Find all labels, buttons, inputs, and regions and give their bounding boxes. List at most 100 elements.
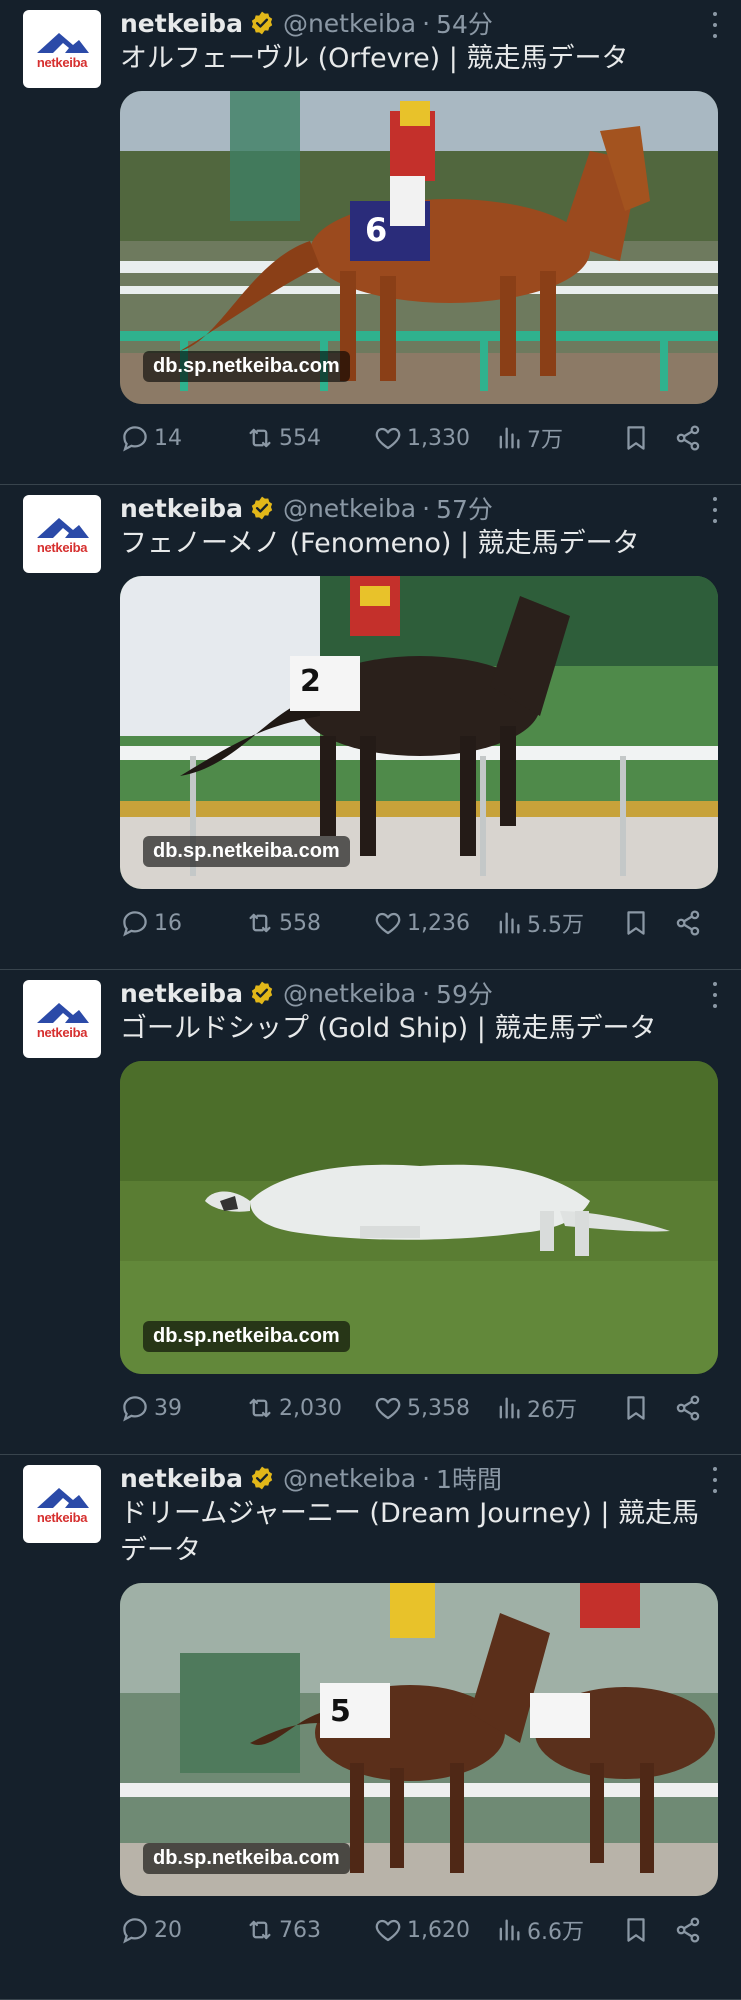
views-button[interactable]: 5.5万 bbox=[495, 905, 584, 941]
author-handle[interactable]: @netkeiba bbox=[283, 979, 416, 1008]
bookmark-icon bbox=[627, 1396, 645, 1420]
like-icon bbox=[375, 427, 401, 450]
tweet[interactable]: netkeiba netkeiba @netkeiba · 1時間 ドリームジャ… bbox=[0, 1455, 741, 2000]
tweet[interactable]: netkeiba netkeiba @netkeiba · 57分 フェノーメノ… bbox=[0, 485, 741, 970]
avatar-label: netkeiba bbox=[36, 54, 88, 70]
like-icon bbox=[375, 1397, 401, 1420]
media-domain-label: db.sp.netkeiba.com bbox=[143, 836, 350, 867]
separator-dot: · bbox=[422, 493, 431, 523]
tweet-media-card[interactable]: 6 db.sp.netkeiba.com bbox=[120, 91, 718, 404]
views-icon bbox=[499, 912, 520, 934]
tweet-time[interactable]: 54分 bbox=[436, 5, 493, 41]
more-icon[interactable] bbox=[707, 982, 723, 1008]
separator-dot: · bbox=[422, 8, 431, 38]
author-handle[interactable]: @netkeiba bbox=[283, 9, 416, 38]
retweet-icon bbox=[249, 1920, 271, 1940]
like-icon bbox=[375, 1919, 401, 1942]
separator-dot: · bbox=[422, 1463, 431, 1493]
tweet-time[interactable]: 57分 bbox=[436, 490, 493, 526]
avatar[interactable]: netkeiba bbox=[23, 1465, 101, 1543]
share-icon bbox=[676, 425, 700, 451]
like-button[interactable]: 1,236 bbox=[373, 905, 470, 941]
more-icon[interactable] bbox=[707, 1467, 723, 1493]
share-icon bbox=[676, 1395, 700, 1421]
author-handle[interactable]: @netkeiba bbox=[283, 494, 416, 523]
avatar-label: netkeiba bbox=[36, 539, 88, 555]
more-icon[interactable] bbox=[707, 12, 723, 38]
retweet-count: 2,030 bbox=[279, 1395, 342, 1421]
bookmark-button[interactable] bbox=[621, 905, 655, 941]
bookmark-button[interactable] bbox=[621, 1390, 655, 1426]
retweet-icon bbox=[249, 913, 271, 933]
tweet-actions: 14 554 1,330 7万 bbox=[120, 420, 729, 456]
share-button[interactable] bbox=[673, 420, 707, 456]
retweet-count: 763 bbox=[279, 1917, 321, 1943]
tweet-header: netkeiba @netkeiba · 54分 bbox=[120, 6, 721, 40]
tweet-text: ゴールドシップ (Gold Ship) | 競走馬データ bbox=[120, 1013, 657, 1044]
like-button[interactable]: 1,620 bbox=[373, 1912, 470, 1948]
share-button[interactable] bbox=[673, 905, 707, 941]
tweet-media-card[interactable]: 5 db.sp.netkeiba.com bbox=[120, 1583, 718, 1896]
netkeiba-logo-icon bbox=[37, 1487, 89, 1508]
verified-badge-icon bbox=[249, 1465, 275, 1491]
bookmark-button[interactable] bbox=[621, 420, 655, 456]
bookmark-icon bbox=[627, 911, 645, 935]
tweet[interactable]: netkeiba netkeiba @netkeiba · 59分 ゴールドシッ… bbox=[0, 970, 741, 1455]
retweet-button[interactable]: 2,030 bbox=[245, 1390, 342, 1426]
reply-button[interactable]: 39 bbox=[120, 1390, 182, 1426]
views-button[interactable]: 26万 bbox=[495, 1390, 577, 1426]
author-handle[interactable]: @netkeiba bbox=[283, 1464, 416, 1493]
netkeiba-logo-icon bbox=[37, 1002, 89, 1023]
tweet-media-card[interactable]: db.sp.netkeiba.com bbox=[120, 1061, 718, 1374]
tweet-header: netkeiba @netkeiba · 1時間 bbox=[120, 1461, 721, 1495]
views-count: 26万 bbox=[527, 1398, 577, 1423]
tweet[interactable]: netkeiba netkeiba @netkeiba · 54分 オルフェーヴ… bbox=[0, 0, 741, 485]
avatar-label: netkeiba bbox=[36, 1509, 88, 1525]
avatar[interactable]: netkeiba bbox=[23, 980, 101, 1058]
retweet-button[interactable]: 558 bbox=[245, 905, 321, 941]
retweet-icon bbox=[249, 1398, 271, 1418]
reply-button[interactable]: 20 bbox=[120, 1912, 182, 1948]
avatar[interactable]: netkeiba bbox=[23, 10, 101, 88]
retweet-count: 558 bbox=[279, 910, 321, 936]
views-icon bbox=[499, 1397, 520, 1419]
avatar[interactable]: netkeiba bbox=[23, 495, 101, 573]
share-button[interactable] bbox=[673, 1390, 707, 1426]
tweet-text: ドリームジャーニー (Dream Journey) | 競走馬データ bbox=[120, 1498, 700, 1566]
tweet-time[interactable]: 59分 bbox=[436, 975, 493, 1011]
like-button[interactable]: 5,358 bbox=[373, 1390, 470, 1426]
tweet-text: オルフェーヴル (Orfevre) | 競走馬データ bbox=[120, 43, 629, 74]
tweet-actions: 16 558 1,236 5.5万 bbox=[120, 905, 729, 941]
media-domain-label: db.sp.netkeiba.com bbox=[143, 351, 350, 382]
more-icon[interactable] bbox=[707, 497, 723, 523]
tweet-media-card[interactable]: 2 db.sp.netkeiba.com bbox=[120, 576, 718, 889]
bookmark-button[interactable] bbox=[621, 1912, 655, 1948]
author-name[interactable]: netkeiba bbox=[120, 979, 243, 1008]
netkeiba-logo-icon bbox=[37, 32, 89, 53]
author-name[interactable]: netkeiba bbox=[120, 9, 243, 38]
reply-count: 20 bbox=[154, 1917, 182, 1943]
views-button[interactable]: 7万 bbox=[495, 420, 563, 456]
reply-icon bbox=[123, 426, 147, 452]
tweet-time[interactable]: 1時間 bbox=[436, 1460, 502, 1496]
like-count: 1,330 bbox=[407, 425, 470, 451]
reply-icon bbox=[123, 1918, 147, 1944]
separator-dot: · bbox=[422, 978, 431, 1008]
author-name[interactable]: netkeiba bbox=[120, 494, 243, 523]
timeline-feed: netkeiba netkeiba @netkeiba · 54分 オルフェーヴ… bbox=[0, 0, 741, 2000]
retweet-button[interactable]: 763 bbox=[245, 1912, 321, 1948]
views-icon bbox=[499, 1919, 520, 1941]
share-icon bbox=[676, 1917, 700, 1943]
like-count: 5,358 bbox=[407, 1395, 470, 1421]
reply-button[interactable]: 16 bbox=[120, 905, 182, 941]
netkeiba-logo-icon bbox=[37, 517, 89, 538]
retweet-button[interactable]: 554 bbox=[245, 420, 321, 456]
reply-button[interactable]: 14 bbox=[120, 420, 182, 456]
author-name[interactable]: netkeiba bbox=[120, 1464, 243, 1493]
tweet-header: netkeiba @netkeiba · 57分 bbox=[120, 491, 721, 525]
share-button[interactable] bbox=[673, 1912, 707, 1948]
views-button[interactable]: 6.6万 bbox=[495, 1912, 584, 1948]
like-count: 1,236 bbox=[407, 910, 470, 936]
verified-badge-icon bbox=[249, 980, 275, 1006]
like-button[interactable]: 1,330 bbox=[373, 420, 470, 456]
